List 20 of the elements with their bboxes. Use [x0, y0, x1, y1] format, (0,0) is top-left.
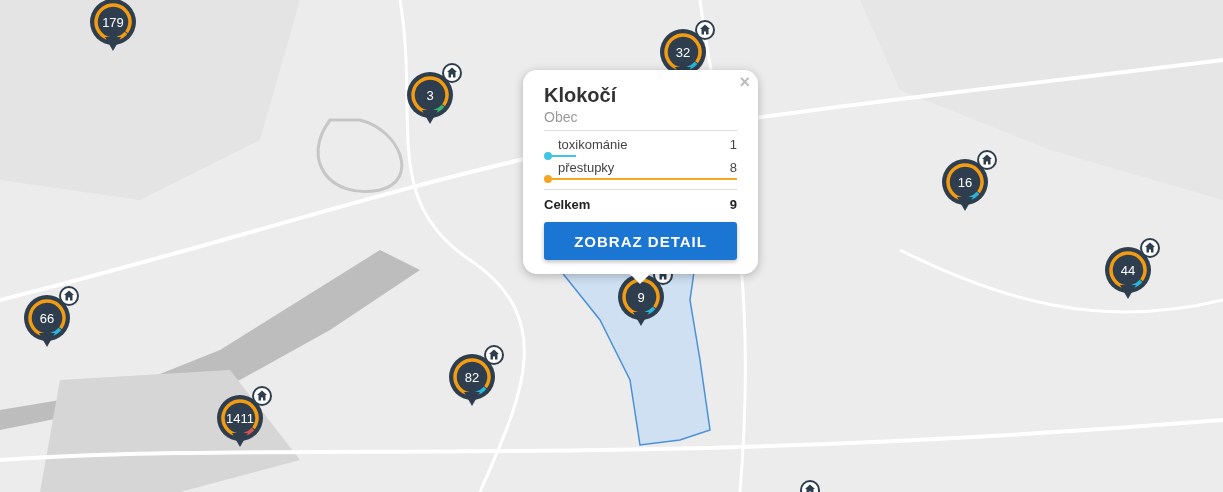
total-value: 9 [729, 197, 737, 212]
category-label: přestupky [558, 160, 615, 175]
bar-dot [544, 175, 552, 183]
popup-title: Klokočí [544, 84, 618, 107]
pin-count: 44 [1120, 262, 1136, 278]
bar-dot [544, 152, 552, 160]
pin-count: 9 [637, 289, 645, 305]
pin-count: 66 [39, 310, 55, 326]
total-label: Celkem [544, 197, 591, 212]
pin-count: 82 [464, 369, 480, 385]
pin-count: 16 [957, 174, 973, 190]
pin-count: 179 [102, 14, 124, 30]
pin-count: 3 [426, 87, 434, 103]
detail-button[interactable]: ZOBRAZ DETAIL [544, 222, 737, 260]
popup-subtitle: Obec [544, 109, 737, 131]
category-value: 8 [729, 160, 737, 175]
category-value: 1 [729, 137, 737, 152]
pin-count: 1411 [226, 410, 254, 426]
pin-count: 32 [675, 44, 691, 60]
category-label: toxikománie [558, 137, 628, 152]
